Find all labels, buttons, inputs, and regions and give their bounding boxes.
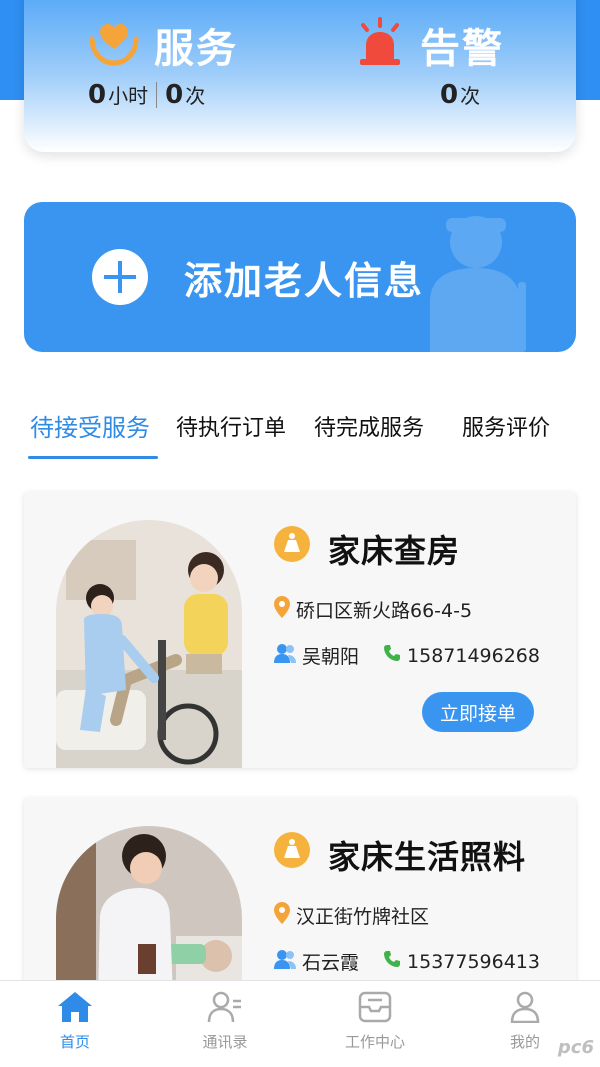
nav-contacts[interactable]: 通讯录	[150, 991, 300, 1052]
alarm-stat[interactable]: 告警	[354, 16, 504, 74]
phone-link[interactable]: 15377596413	[383, 950, 540, 973]
accept-order-button[interactable]: 立即接单	[422, 692, 534, 732]
add-elder-label: 添加老人信息	[184, 258, 425, 303]
address-text: 汉正街竹牌社区	[296, 906, 430, 928]
nav-home[interactable]: 首页	[0, 991, 150, 1052]
profile-icon	[507, 991, 543, 1027]
tab-service-review[interactable]: 服务评价	[462, 410, 550, 442]
order-tabs: 待接受服务 待执行订单 待完成服务 服务评价	[0, 400, 600, 464]
contact-row: 石云霞 15377596413	[274, 948, 540, 975]
address-row: 汉正街竹牌社区	[274, 902, 429, 929]
phone-icon	[383, 644, 401, 667]
nav-contacts-label: 通讯录	[202, 1033, 248, 1051]
add-elder-button[interactable]: 添加老人信息	[24, 202, 576, 352]
phone-number: 15377596413	[407, 950, 540, 973]
alarm-count-unit: 次	[460, 84, 481, 108]
contact-person-icon	[274, 643, 296, 668]
bottom-nav: 首页 通讯录 工作中心 我的 pc6	[0, 980, 600, 1067]
service-values: 0 小时 0 次	[88, 80, 205, 110]
nav-work-center[interactable]: 工作中心	[300, 991, 450, 1052]
service-name: 家床生活照料	[328, 838, 527, 876]
location-pin-icon	[274, 902, 290, 929]
nav-home-label: 首页	[59, 1033, 90, 1051]
stats-card: 服务 告警 0 小时 0 次 0 次	[24, 0, 576, 152]
service-title: 服务	[154, 26, 238, 72]
contact-row: 吴朝阳 15871496268	[274, 642, 540, 669]
alarm-title: 告警	[420, 26, 504, 72]
divider	[156, 82, 158, 108]
service-hours-value: 0	[88, 80, 107, 110]
work-center-icon	[357, 991, 393, 1027]
address-text: 硚口区新火路66-4-5	[296, 600, 473, 622]
site-watermark: pc6	[557, 1037, 594, 1058]
service-count-value: 0	[165, 80, 184, 110]
alarm-count-value: 0	[440, 80, 459, 110]
heart-hands-icon	[88, 17, 140, 73]
nav-work-center-label: 工作中心	[344, 1033, 405, 1051]
siren-icon	[354, 17, 406, 73]
phone-link[interactable]: 15871496268	[383, 644, 540, 667]
contacts-icon	[207, 991, 243, 1027]
phone-icon	[383, 950, 401, 973]
service-name: 家床查房	[328, 532, 461, 570]
service-type-icon	[274, 526, 310, 562]
service-hours-unit: 小时	[108, 84, 149, 108]
service-photo	[56, 520, 242, 768]
contact-name: 石云霞	[302, 952, 360, 974]
tab-pending-accept[interactable]: 待接受服务	[30, 408, 150, 443]
elder-silhouette-icon	[408, 212, 548, 352]
home-screen: 服务 告警 0 小时 0 次 0 次 添加老人信息 待接受服务 待执行订单 待完…	[0, 0, 600, 1067]
service-type-icon	[274, 832, 310, 868]
address-row: 硚口区新火路66-4-5	[274, 596, 472, 623]
order-card[interactable]: 家床查房 硚口区新火路66-4-5 吴朝阳 15871496268 立即接单	[24, 492, 576, 768]
tab-pending-execute[interactable]: 待执行订单	[176, 410, 286, 442]
home-icon	[57, 992, 93, 1027]
tab-active-indicator	[28, 456, 158, 459]
tab-pending-complete[interactable]: 待完成服务	[314, 410, 424, 442]
location-pin-icon	[274, 596, 290, 623]
service-stat[interactable]: 服务	[88, 16, 238, 74]
contact-name: 吴朝阳	[302, 646, 360, 668]
contact-person-icon	[274, 949, 296, 974]
alarm-values: 0 次	[440, 80, 480, 110]
phone-number: 15871496268	[407, 644, 540, 667]
service-count-unit: 次	[185, 84, 206, 108]
plus-icon	[92, 249, 148, 305]
